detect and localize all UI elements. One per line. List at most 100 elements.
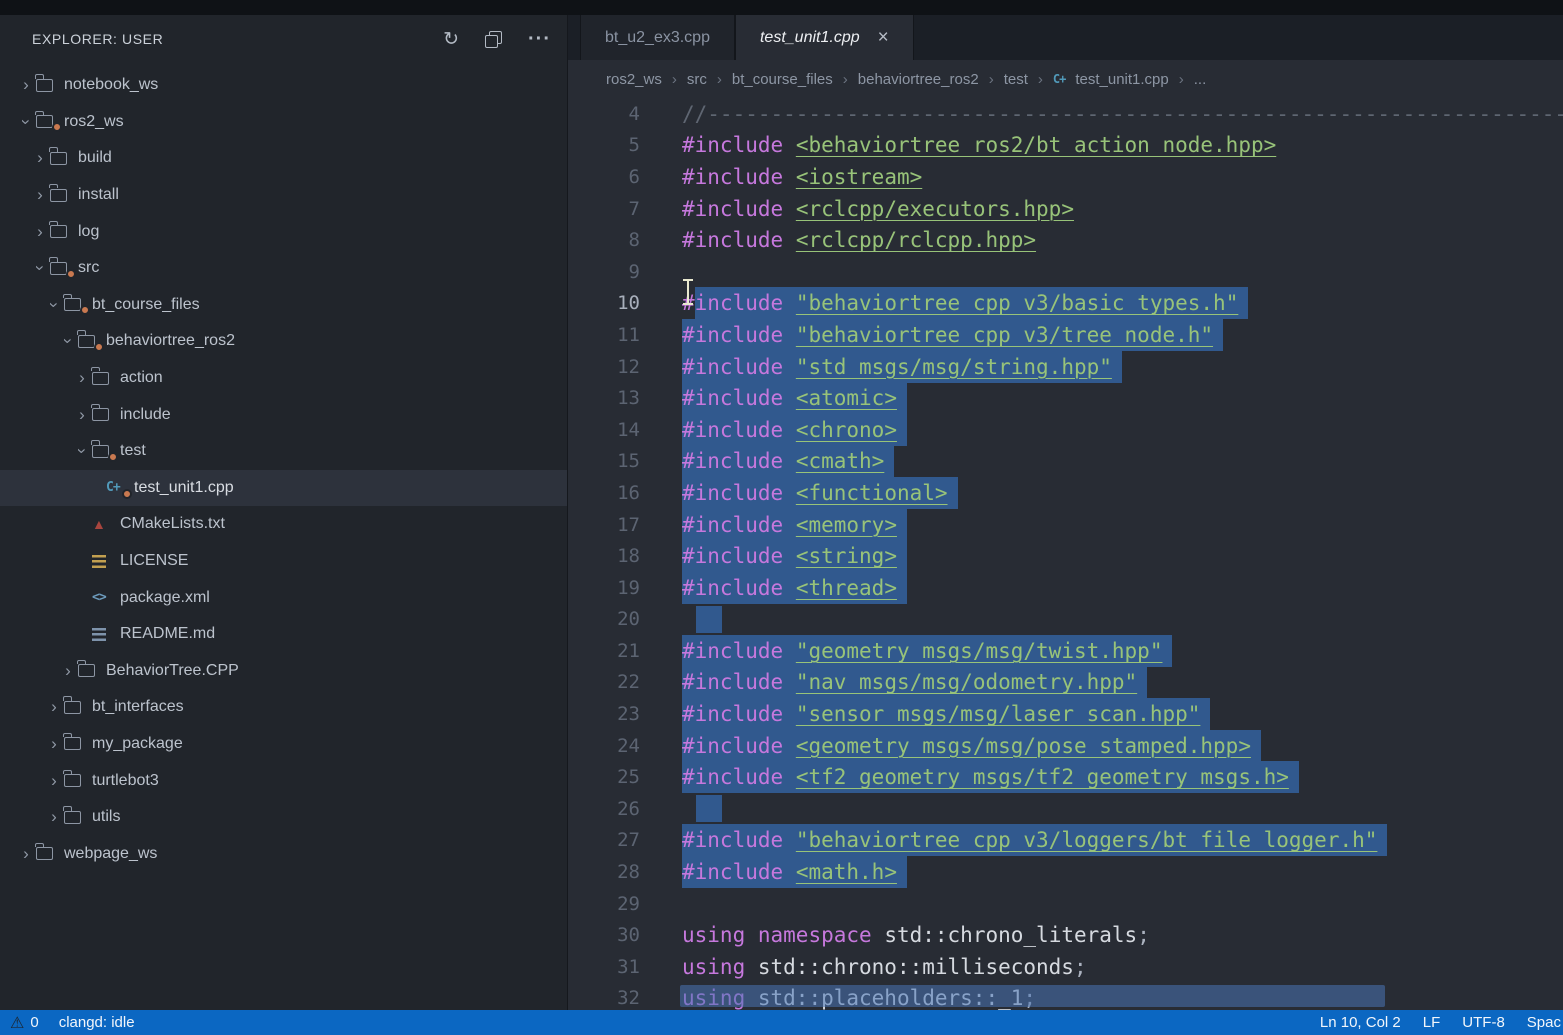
- code-line-16[interactable]: 16#include <functional>: [568, 477, 1563, 509]
- tree-item-bt_interfaces[interactable]: ›bt_interfaces: [0, 689, 567, 726]
- tree-item-bt_course_files[interactable]: ›bt_course_files: [0, 287, 567, 324]
- tree-item-webpage_ws[interactable]: ›webpage_ws: [0, 835, 567, 872]
- close-icon[interactable]: ×: [878, 28, 889, 47]
- chevron-down-icon[interactable]: ›: [16, 112, 36, 132]
- breadcrumb-item-behaviortree_ros2[interactable]: behaviortree_ros2: [858, 71, 979, 88]
- code-line-14[interactable]: 14#include <chrono>: [568, 414, 1563, 446]
- chevron-down-icon[interactable]: ›: [58, 331, 78, 351]
- breadcrumb-separator-icon: ›: [1179, 71, 1184, 88]
- breadcrumb-item-test[interactable]: test: [1004, 71, 1028, 88]
- folder-icon: [78, 335, 104, 348]
- tree-item-log[interactable]: ›log: [0, 213, 567, 250]
- code-line-25[interactable]: 25#include <tf2_geometry_msgs/tf2_geomet…: [568, 761, 1563, 793]
- chevron-right-icon[interactable]: ›: [44, 807, 64, 827]
- breadcrumb-item-ros2_ws[interactable]: ros2_ws: [606, 71, 662, 88]
- tree-item-ros2_ws[interactable]: ›ros2_ws: [0, 104, 567, 141]
- selection-highlight: #include "geometry_msgs/msg/twist.hpp": [682, 635, 1172, 667]
- tree-item-action[interactable]: ›action: [0, 360, 567, 397]
- tree-item-test_unit1.cpp[interactable]: C+test_unit1.cpp: [0, 470, 567, 507]
- vscode-window: EXPLORER: USER ›notebook_ws›ros2_ws›buil…: [0, 0, 1563, 1035]
- chevron-right-icon[interactable]: ›: [16, 844, 36, 864]
- tree-item-notebook_ws[interactable]: ›notebook_ws: [0, 67, 567, 104]
- code-line-7[interactable]: 7#include <rclcpp/executors.hpp>: [568, 193, 1563, 225]
- tree-item-utils[interactable]: ›utils: [0, 799, 567, 836]
- folder-icon: [92, 408, 118, 421]
- tree-item-behaviortree_ros2[interactable]: ›behaviortree_ros2: [0, 323, 567, 360]
- tree-item-include[interactable]: ›include: [0, 396, 567, 433]
- code-line-12[interactable]: 12#include "std_msgs/msg/string.hpp": [568, 351, 1563, 383]
- breadcrumb-item-src[interactable]: src: [687, 71, 707, 88]
- breadcrumb-item-test_unit1.cpp[interactable]: test_unit1.cpp: [1075, 71, 1168, 88]
- code-line-27[interactable]: 27#include "behaviortree_cpp_v3/loggers/…: [568, 825, 1563, 857]
- code-line-28[interactable]: 28#include <math.h>: [568, 856, 1563, 888]
- more-actions-icon[interactable]: [528, 34, 551, 44]
- tree-item-turtlebot3[interactable]: ›turtlebot3: [0, 762, 567, 799]
- breadcrumb-item-bt_course_files[interactable]: bt_course_files: [732, 71, 833, 88]
- code-editor[interactable]: 4//-------------------------------------…: [568, 98, 1563, 1010]
- breadcrumb-separator-icon: ›: [1038, 71, 1043, 88]
- tree-item-build[interactable]: ›build: [0, 140, 567, 177]
- code-line-30[interactable]: 30using namespace std::chrono_literals;: [568, 919, 1563, 951]
- tree-item-package.xml[interactable]: <>package.xml: [0, 579, 567, 616]
- code-line-26[interactable]: 26: [568, 793, 1563, 825]
- tree-item-CMakeLists.txt[interactable]: ▲CMakeLists.txt: [0, 506, 567, 543]
- folder-icon: [50, 189, 76, 202]
- code-line-29[interactable]: 29: [568, 888, 1563, 920]
- tree-item-my_package[interactable]: ›my_package: [0, 726, 567, 763]
- chevron-down-icon[interactable]: ›: [30, 258, 50, 278]
- code-line-5[interactable]: 5#include <behaviortree_ros2/bt_action_n…: [568, 130, 1563, 162]
- chevron-right-icon[interactable]: ›: [72, 405, 92, 425]
- code-line-11[interactable]: 11#include "behaviortree_cpp_v3/tree_nod…: [568, 319, 1563, 351]
- problems-indicator[interactable]: ⚠ 0: [10, 1013, 39, 1033]
- tree-item-test[interactable]: ›test: [0, 433, 567, 470]
- chevron-right-icon[interactable]: ›: [30, 148, 50, 168]
- clangd-status[interactable]: clangd: idle: [59, 1014, 135, 1031]
- line-content: using std::chrono::milliseconds;: [682, 955, 1087, 979]
- tree-item-install[interactable]: ›install: [0, 177, 567, 214]
- tree-item-src[interactable]: ›src: [0, 250, 567, 287]
- eol-indicator[interactable]: LF: [1423, 1014, 1441, 1031]
- status-bar: ⚠ 0 clangd: idle Ln 10, Col 2 LF UTF-8 S…: [0, 1010, 1563, 1035]
- cursor-position[interactable]: Ln 10, Col 2: [1320, 1014, 1401, 1031]
- code-line-6[interactable]: 6#include <iostream>: [568, 161, 1563, 193]
- tab-bt_u2_ex3.cpp[interactable]: bt_u2_ex3.cpp: [580, 15, 735, 60]
- code-line-24[interactable]: 24#include <geometry_msgs/msg/pose_stamp…: [568, 730, 1563, 762]
- code-line-17[interactable]: 17#include <memory>: [568, 509, 1563, 541]
- line-number: 26: [568, 798, 640, 820]
- tree-item-LICENSE[interactable]: LICENSE: [0, 543, 567, 580]
- tree-item-BehaviorTree.CPP[interactable]: ›BehaviorTree.CPP: [0, 653, 567, 690]
- code-line-18[interactable]: 18#include <string>: [568, 540, 1563, 572]
- chevron-right-icon[interactable]: ›: [44, 734, 64, 754]
- encoding-indicator[interactable]: UTF-8: [1462, 1014, 1505, 1031]
- chevron-right-icon[interactable]: ›: [30, 222, 50, 242]
- tab-test_unit1.cpp[interactable]: test_unit1.cpp×: [735, 15, 914, 60]
- chevron-right-icon[interactable]: ›: [16, 75, 36, 95]
- code-line-10[interactable]: 10#include "behaviortree_cpp_v3/basic_ty…: [568, 288, 1563, 320]
- code-line-15[interactable]: 15#include <cmath>: [568, 446, 1563, 478]
- code-line-4[interactable]: 4//-------------------------------------…: [568, 98, 1563, 130]
- tree-item-README.md[interactable]: README.md: [0, 616, 567, 653]
- code-line-9[interactable]: 9: [568, 256, 1563, 288]
- indent-indicator[interactable]: Spac: [1527, 1014, 1561, 1031]
- code-line-23[interactable]: 23#include "sensor_msgs/msg/laser_scan.h…: [568, 698, 1563, 730]
- collapse-folders-icon[interactable]: [485, 31, 502, 48]
- breadcrumb-item-...[interactable]: ...: [1194, 71, 1207, 88]
- chevron-down-icon[interactable]: ›: [44, 295, 64, 315]
- code-line-13[interactable]: 13#include <atomic>: [568, 382, 1563, 414]
- code-line-8[interactable]: 8#include <rclcpp/rclcpp.hpp>: [568, 224, 1563, 256]
- status-left: ⚠ 0 clangd: idle: [10, 1013, 135, 1033]
- code-line-22[interactable]: 22#include "nav_msgs/msg/odometry.hpp": [568, 667, 1563, 699]
- chevron-down-icon[interactable]: ›: [72, 441, 92, 461]
- refresh-icon[interactable]: [443, 28, 459, 51]
- code-line-20[interactable]: 20: [568, 604, 1563, 636]
- chevron-right-icon[interactable]: ›: [30, 185, 50, 205]
- horizontal-scrollbar[interactable]: [680, 985, 1385, 1007]
- chevron-right-icon[interactable]: ›: [44, 697, 64, 717]
- chevron-right-icon[interactable]: ›: [58, 661, 78, 681]
- code-line-21[interactable]: 21#include "geometry_msgs/msg/twist.hpp": [568, 635, 1563, 667]
- code-line-31[interactable]: 31using std::chrono::milliseconds;: [568, 951, 1563, 983]
- folder-icon: [92, 372, 118, 385]
- chevron-right-icon[interactable]: ›: [72, 368, 92, 388]
- code-line-19[interactable]: 19#include <thread>: [568, 572, 1563, 604]
- chevron-right-icon[interactable]: ›: [44, 771, 64, 791]
